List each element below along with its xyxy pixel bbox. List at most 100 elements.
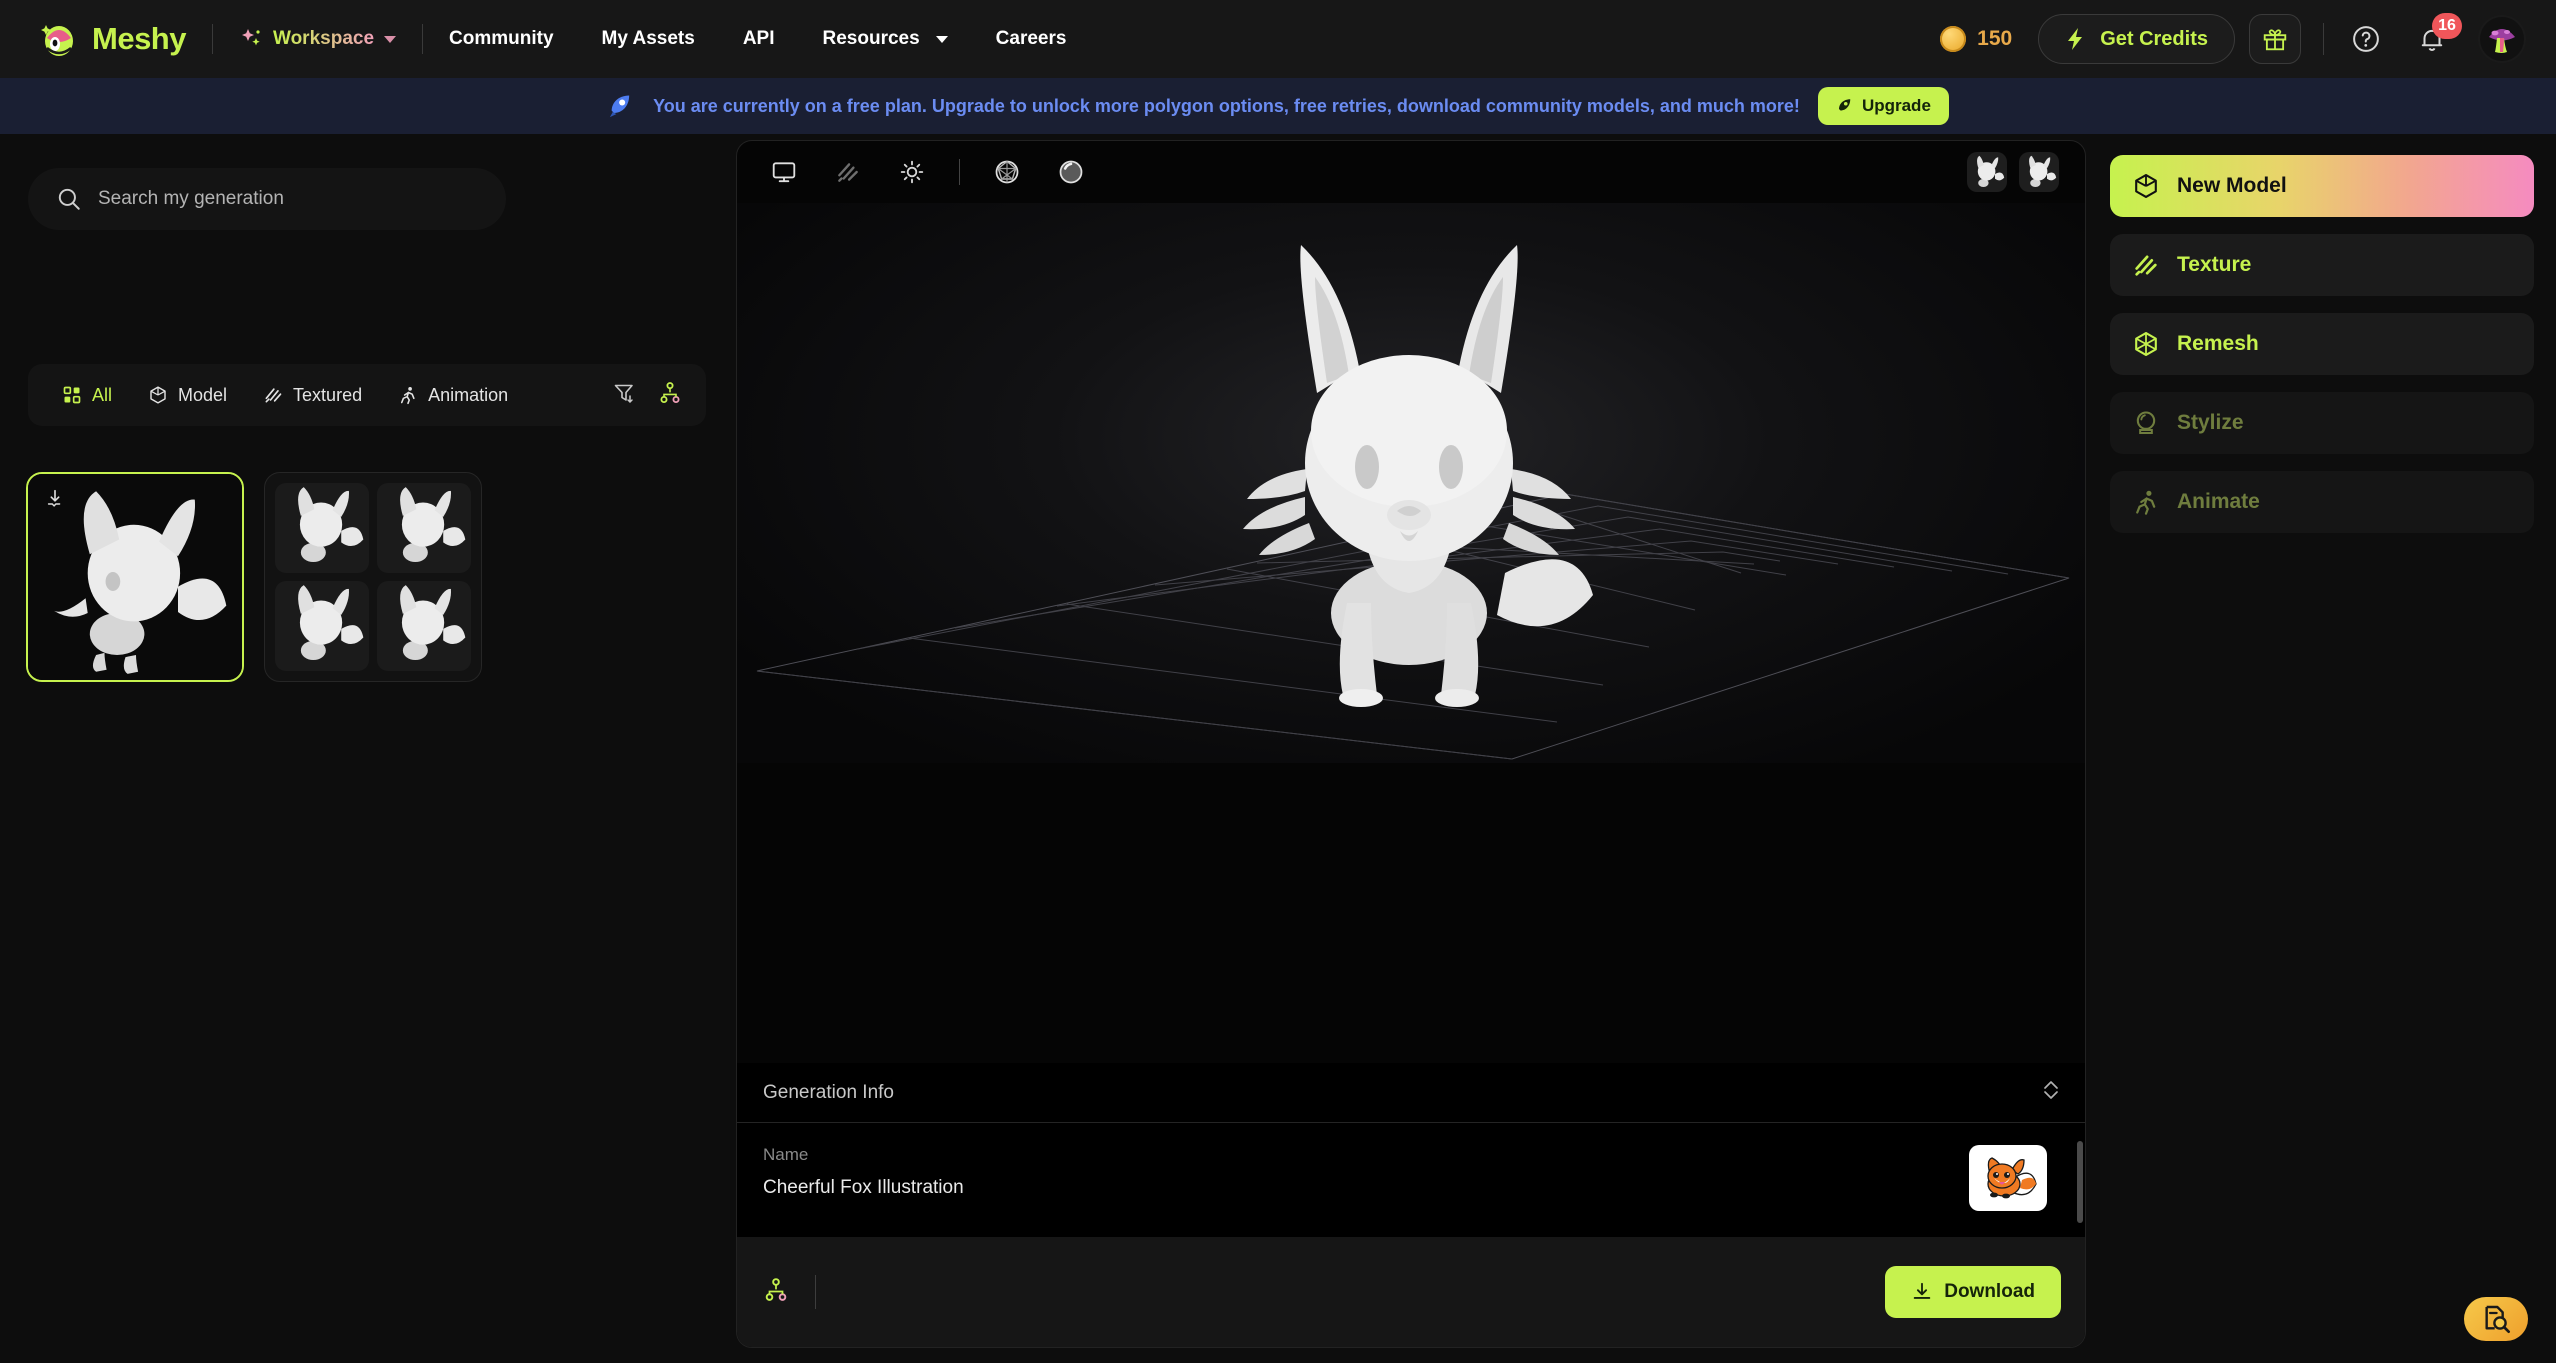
filter-tab-all-label: All bbox=[92, 384, 113, 405]
search-placeholder: Search my generation bbox=[98, 188, 284, 209]
fox-illustration-icon bbox=[1975, 1148, 2041, 1208]
model-3d-viewport[interactable] bbox=[737, 203, 2085, 763]
collapse-expand-icon[interactable] bbox=[2041, 1078, 2061, 1107]
viewport-variant-thumb[interactable] bbox=[2019, 152, 2059, 192]
help-circle-icon bbox=[2353, 26, 2379, 52]
gift-icon bbox=[2263, 29, 2287, 51]
asset-card-selected[interactable] bbox=[26, 472, 244, 682]
variant-fox-icon bbox=[400, 585, 466, 661]
nav-divider-2 bbox=[422, 24, 424, 54]
filter-tab-textured[interactable]: Textured bbox=[249, 377, 376, 414]
credits-display[interactable]: 150 bbox=[1940, 26, 2012, 52]
filter-tab-animation-label: Animation bbox=[428, 384, 509, 405]
get-credits-label: Get Credits bbox=[2100, 27, 2208, 50]
action-remesh[interactable]: Remesh bbox=[2110, 313, 2534, 375]
meshy-workspace-app: Meshy Workspace Community My Assets API … bbox=[0, 0, 2556, 1363]
cube-icon bbox=[150, 386, 166, 404]
user-avatar[interactable] bbox=[2478, 15, 2526, 63]
variant-fox-icon bbox=[400, 487, 466, 563]
get-credits-button[interactable]: Get Credits bbox=[2038, 14, 2235, 64]
generation-name-value: Cheerful Fox Illustration bbox=[763, 1177, 964, 1198]
generation-info-scrollbar[interactable] bbox=[2077, 1141, 2083, 1223]
variant-fox-icon bbox=[2029, 155, 2057, 187]
model-viewport-panel: Generation Info Name Cheerful Fox Illust… bbox=[736, 140, 2086, 1348]
hierarchy-view-button[interactable] bbox=[658, 381, 682, 410]
action-animate[interactable]: Animate bbox=[2110, 471, 2534, 533]
sort-filter-button[interactable] bbox=[612, 381, 636, 410]
rocket-icon bbox=[609, 95, 630, 118]
display-mode-icon[interactable] bbox=[763, 151, 805, 193]
meshy-logo-icon bbox=[38, 18, 80, 60]
meshy-logo[interactable]: Meshy bbox=[30, 18, 186, 60]
footer-separator bbox=[815, 1275, 816, 1309]
coin-icon bbox=[1940, 26, 1967, 52]
generation-info-title: Generation Info bbox=[763, 1081, 894, 1103]
asset-card-variants[interactable] bbox=[264, 472, 482, 682]
nav-item-my-assets[interactable]: My Assets bbox=[602, 20, 695, 58]
stripes-icon bbox=[2135, 255, 2157, 276]
filter-tab-model[interactable]: Model bbox=[134, 377, 241, 414]
action-remesh-label: Remesh bbox=[2177, 332, 2259, 355]
nav-divider bbox=[211, 24, 213, 54]
gift-button[interactable] bbox=[2249, 14, 2301, 64]
generation-info-body: Name Cheerful Fox Illustration bbox=[737, 1123, 2085, 1223]
chevron-down-icon bbox=[384, 35, 397, 43]
nav-item-careers[interactable]: Careers bbox=[996, 20, 1067, 58]
search-input[interactable]: Search my generation bbox=[28, 168, 506, 230]
action-stylize[interactable]: Stylize bbox=[2110, 392, 2534, 454]
crystal-ball-icon bbox=[2136, 411, 2156, 435]
variant-thumbnail[interactable] bbox=[275, 483, 369, 573]
nav-item-resources-label: Resources bbox=[822, 28, 920, 49]
upgrade-label: Upgrade bbox=[1861, 96, 1931, 115]
hierarchy-icon bbox=[660, 381, 680, 403]
downloaded-icon bbox=[44, 488, 66, 515]
nav-item-resources[interactable]: Resources bbox=[823, 20, 948, 58]
variant-fox-icon bbox=[298, 487, 364, 563]
viewport-footer: Download bbox=[737, 1237, 2085, 1347]
action-texture[interactable]: Texture bbox=[2110, 234, 2534, 296]
action-new-model[interactable]: New Model bbox=[2110, 155, 2534, 217]
variant-thumbnail[interactable] bbox=[377, 483, 471, 573]
download-label: Download bbox=[1944, 1281, 2035, 1302]
remesh-icon bbox=[2135, 331, 2157, 357]
generation-info-header[interactable]: Generation Info bbox=[737, 1063, 2085, 1123]
nav-item-community[interactable]: Community bbox=[449, 20, 554, 58]
hierarchy-button[interactable] bbox=[763, 1277, 789, 1308]
texture-stripes-icon[interactable] bbox=[827, 151, 869, 193]
nav-item-api[interactable]: API bbox=[743, 20, 775, 58]
lighting-sun-icon[interactable] bbox=[891, 151, 933, 193]
upgrade-button[interactable]: Upgrade bbox=[1817, 87, 1949, 125]
banner-message: You are currently on a free plan. Upgrad… bbox=[653, 95, 1800, 116]
source-image-thumbnail[interactable] bbox=[1969, 1145, 2047, 1211]
help-button[interactable] bbox=[2346, 19, 2386, 59]
viewport-variant-thumb[interactable] bbox=[1967, 152, 2007, 192]
filter-tab-animation[interactable]: Animation bbox=[384, 377, 522, 414]
generation-info-panel: Generation Info Name Cheerful Fox Illust… bbox=[737, 1063, 2085, 1237]
filter-tab-model-label: Model bbox=[178, 384, 228, 405]
help-search-fab[interactable] bbox=[2464, 1297, 2528, 1341]
rocket-small-icon bbox=[1838, 99, 1851, 111]
filter-tab-all[interactable]: All bbox=[48, 377, 126, 414]
shaded-sphere-icon[interactable] bbox=[1050, 151, 1092, 193]
notifications-button[interactable]: 16 bbox=[2412, 13, 2462, 59]
variant-thumbnail[interactable] bbox=[377, 581, 471, 671]
notification-badge: 16 bbox=[2432, 13, 2462, 39]
viewport-variant-thumbs bbox=[1967, 152, 2059, 192]
filter-tab-textured-label: Textured bbox=[293, 384, 363, 405]
sparkle-icon bbox=[241, 29, 260, 46]
variant-thumbnail[interactable] bbox=[275, 581, 369, 671]
nav-workspace-label: Workspace bbox=[272, 28, 375, 49]
free-plan-banner: You are currently on a free plan. Upgrad… bbox=[0, 78, 2556, 134]
lightning-bolt-icon bbox=[2068, 28, 2083, 50]
asset-filter-bar: All Model Textured Animation bbox=[28, 364, 706, 426]
hierarchy-icon bbox=[765, 1277, 787, 1301]
top-navigation-bar: Meshy Workspace Community My Assets API … bbox=[0, 0, 2556, 78]
download-button[interactable]: Download bbox=[1885, 1266, 2061, 1318]
credits-value: 150 bbox=[1977, 27, 2013, 50]
generation-name-label: Name bbox=[763, 1145, 809, 1164]
variant-fox-icon bbox=[298, 585, 364, 661]
wireframe-sphere-icon[interactable] bbox=[986, 151, 1028, 193]
nav-workspace[interactable]: Workspace bbox=[239, 27, 397, 51]
running-person-icon bbox=[401, 387, 415, 405]
cube-icon bbox=[2135, 173, 2157, 199]
